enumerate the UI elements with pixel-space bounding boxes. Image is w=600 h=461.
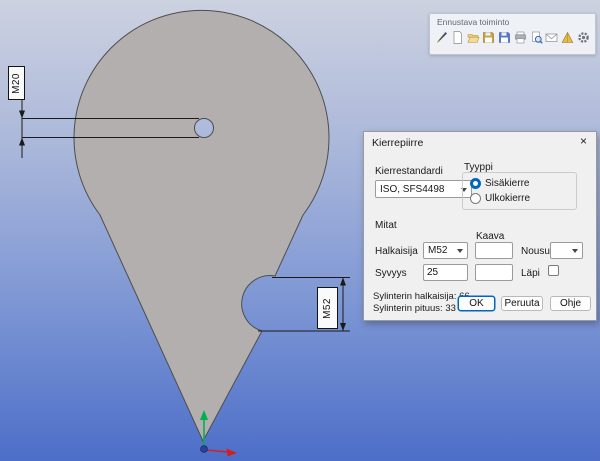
- close-icon[interactable]: ×: [576, 134, 591, 149]
- origin-point: [201, 446, 208, 453]
- chart-icon[interactable]: [561, 30, 574, 45]
- thread-standard-label: Kierrestandardi: [375, 166, 443, 177]
- diameter-select[interactable]: M52: [423, 242, 468, 259]
- dimensions-section-label: Mitat: [375, 220, 397, 231]
- print-preview-icon[interactable]: [530, 30, 543, 45]
- thread-feature-dialog: Kierrepiirre × Kierrestandardi ISO, SFS4…: [363, 131, 597, 321]
- depth-formula-input[interactable]: [475, 264, 513, 281]
- dimension-label-m52[interactable]: M52: [317, 287, 338, 329]
- through-checkbox[interactable]: [548, 265, 559, 276]
- dialog-titlebar[interactable]: Kierrepiirre ×: [364, 132, 596, 152]
- engraver-tool-icon[interactable]: [435, 30, 448, 45]
- print-icon[interactable]: [514, 30, 527, 45]
- thread-standard-select[interactable]: ISO, SFS4498: [375, 180, 472, 198]
- diameter-value: M52: [428, 245, 447, 256]
- save-icon[interactable]: [482, 30, 495, 45]
- chevron-down-icon: [457, 249, 463, 253]
- cylinder-diameter-info: Sylinterin halkaisija: 66: [373, 291, 470, 302]
- pitch-select[interactable]: [550, 242, 583, 259]
- internal-thread-label[interactable]: Sisäkierre: [485, 178, 529, 189]
- dialog-title: Kierrepiirre: [372, 137, 423, 149]
- formula-column-label: Kaava: [476, 231, 504, 242]
- diameter-formula-input[interactable]: [475, 242, 513, 259]
- send-mail-icon[interactable]: [545, 30, 558, 45]
- toolbar-icon-row: [435, 30, 590, 45]
- chevron-down-icon: [572, 249, 578, 253]
- help-button[interactable]: Ohje: [550, 296, 591, 311]
- ok-button[interactable]: OK: [458, 296, 495, 311]
- internal-thread-radio[interactable]: [470, 178, 481, 189]
- new-document-icon[interactable]: [451, 30, 464, 45]
- cancel-button[interactable]: Peruuta: [501, 296, 543, 311]
- pitch-label: Nousu: [521, 246, 550, 257]
- thread-standard-value: ISO, SFS4498: [380, 184, 444, 195]
- dimension-m52-text: M52: [322, 298, 333, 319]
- diameter-label: Halkaisija: [375, 246, 418, 257]
- toolbar-title: Ennustava toiminto: [435, 17, 590, 27]
- dimension-label-m20[interactable]: M20: [8, 66, 25, 100]
- predictive-toolbar[interactable]: Ennustava toiminto: [429, 13, 596, 55]
- part-outline[interactable]: [74, 10, 329, 441]
- through-label: Läpi: [521, 268, 540, 279]
- depth-label: Syvyys: [375, 268, 407, 279]
- open-folder-icon[interactable]: [467, 30, 480, 45]
- dimension-m20-text: M20: [11, 73, 22, 94]
- save-as-icon[interactable]: [498, 30, 511, 45]
- external-thread-radio[interactable]: [470, 193, 481, 204]
- depth-input[interactable]: [423, 264, 468, 281]
- cylinder-length-info: Sylinterin pituus: 33: [373, 303, 456, 314]
- external-thread-label[interactable]: Ulkokierre: [485, 193, 530, 204]
- cad-viewport[interactable]: M20 M52 Ennustava toiminto: [0, 0, 600, 461]
- settings-gear-icon[interactable]: [577, 30, 590, 45]
